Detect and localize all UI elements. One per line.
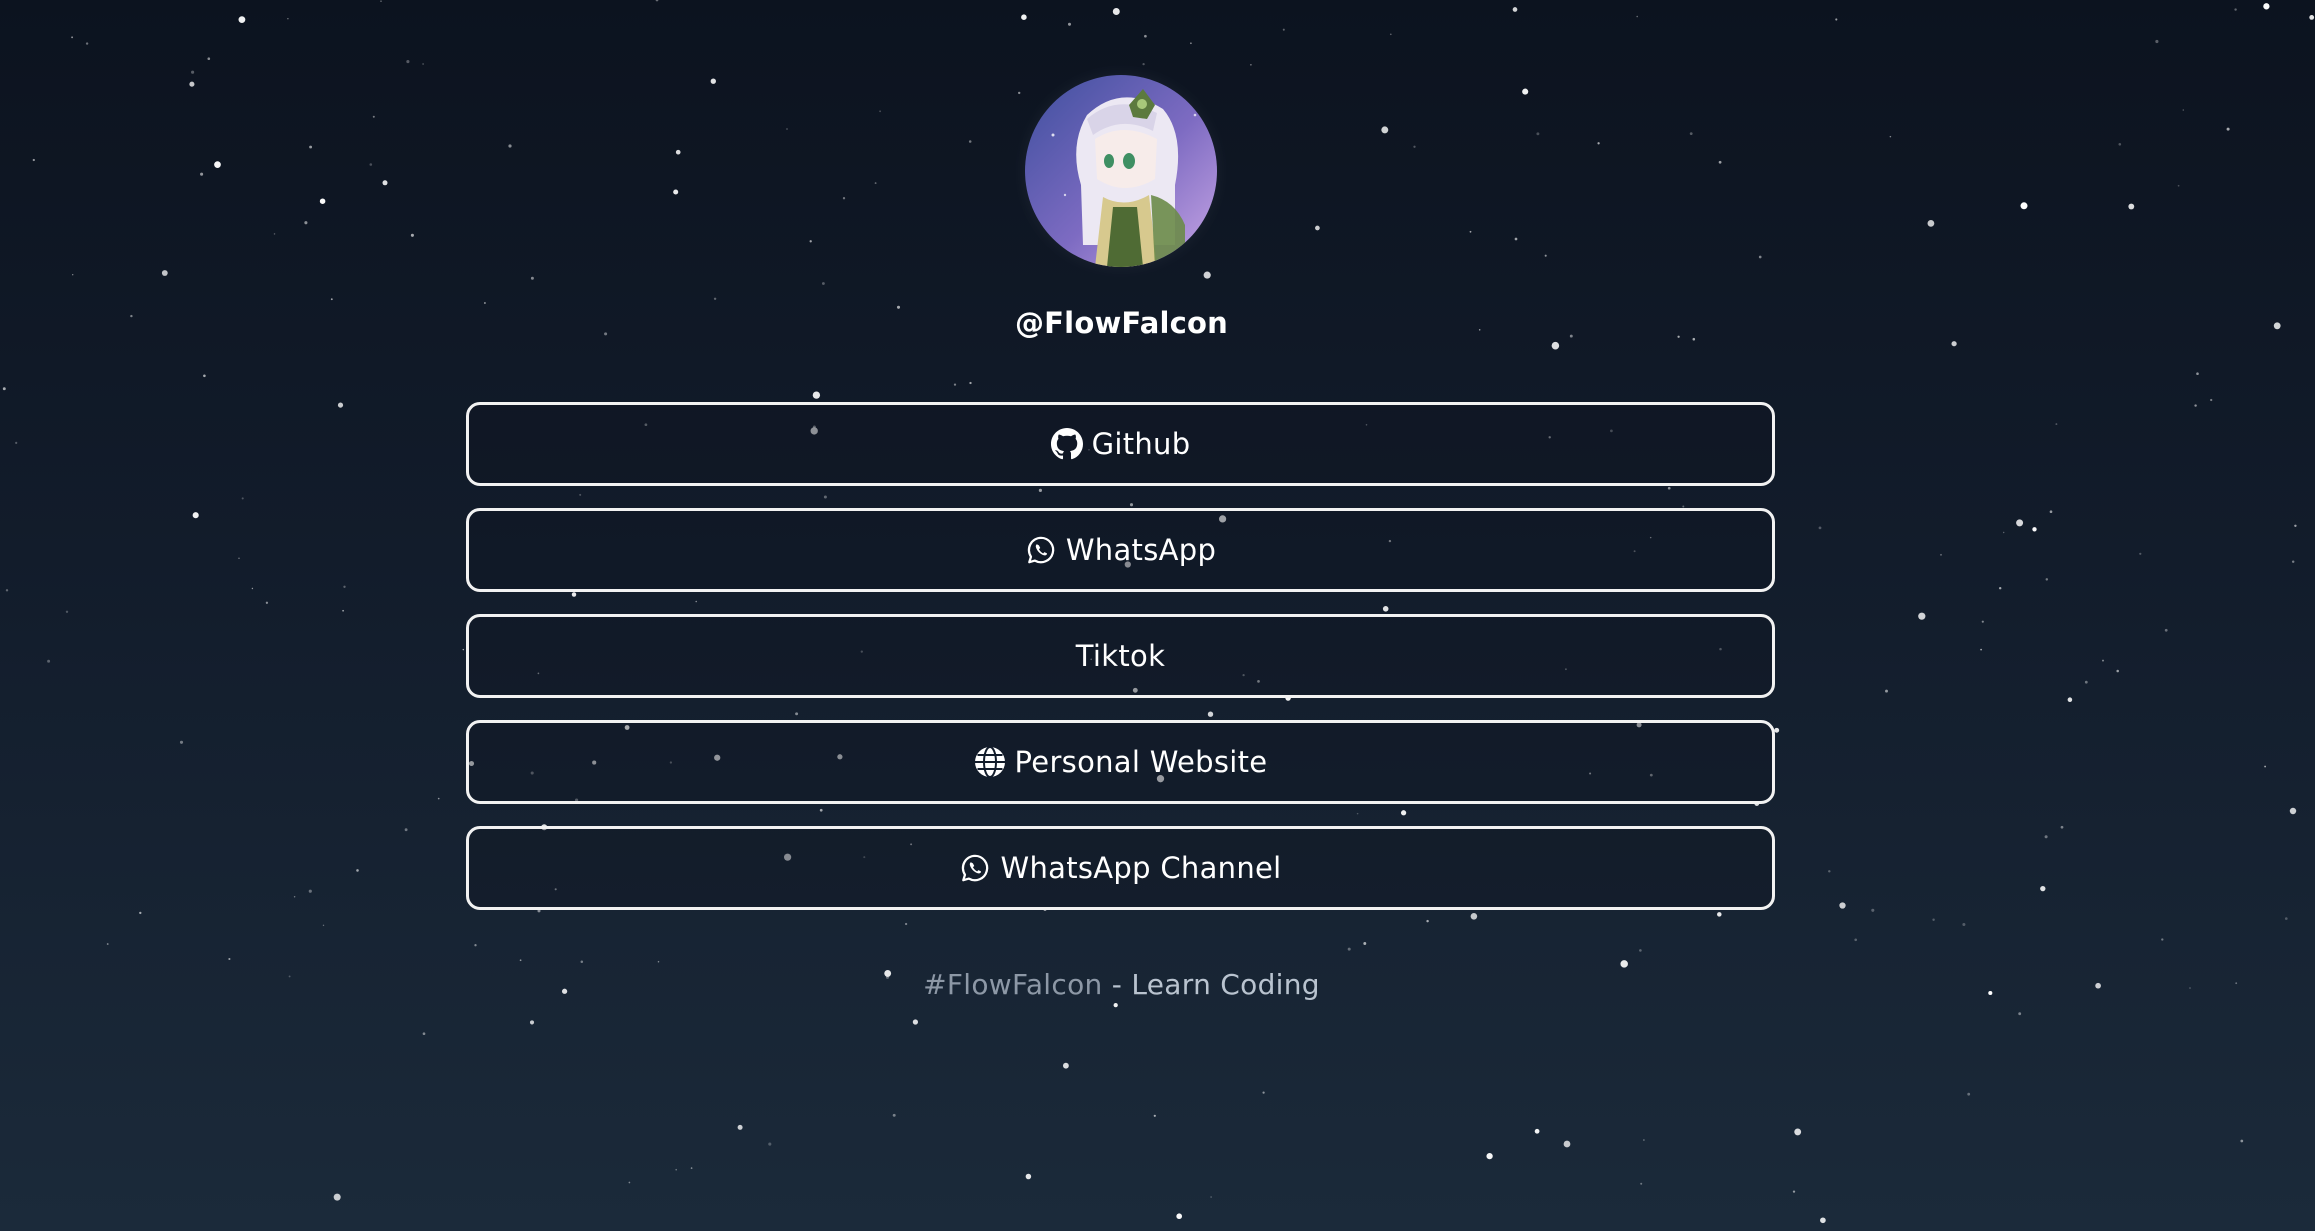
personal-website-link-label: Personal Website [1014,745,1268,779]
whatsapp-channel-link-button[interactable]: WhatsApp Channel [466,826,1775,910]
whatsapp-icon [1025,534,1057,566]
tiktok-link-button[interactable]: Tiktok [466,614,1775,698]
globe-icon [974,746,1006,778]
username: @FlowFalcon [1014,306,1229,340]
footer-hashtag: #FlowFalcon [923,968,1103,1001]
github-icon [1050,428,1083,460]
footer-tagline: #FlowFalcon - Learn Coding [0,968,2243,1001]
github-link-label: Github [1091,427,1191,461]
whatsapp-link-label: WhatsApp [1065,533,1217,567]
whatsapp-link-button[interactable]: WhatsApp [466,508,1775,592]
tiktok-link-label: Tiktok [1075,639,1166,673]
github-link-button[interactable]: Github [466,402,1775,486]
link-list: Github WhatsApp Tiktok Personal Website … [466,402,1775,932]
avatar [1025,75,1217,267]
link-page: @FlowFalcon Github WhatsApp Tiktok Perso… [0,0,2315,1231]
whatsapp-icon [959,852,991,884]
footer-text: - Learn Coding [1102,968,1320,1001]
whatsapp-channel-link-label: WhatsApp Channel [1000,851,1282,885]
personal-website-link-button[interactable]: Personal Website [466,720,1775,804]
